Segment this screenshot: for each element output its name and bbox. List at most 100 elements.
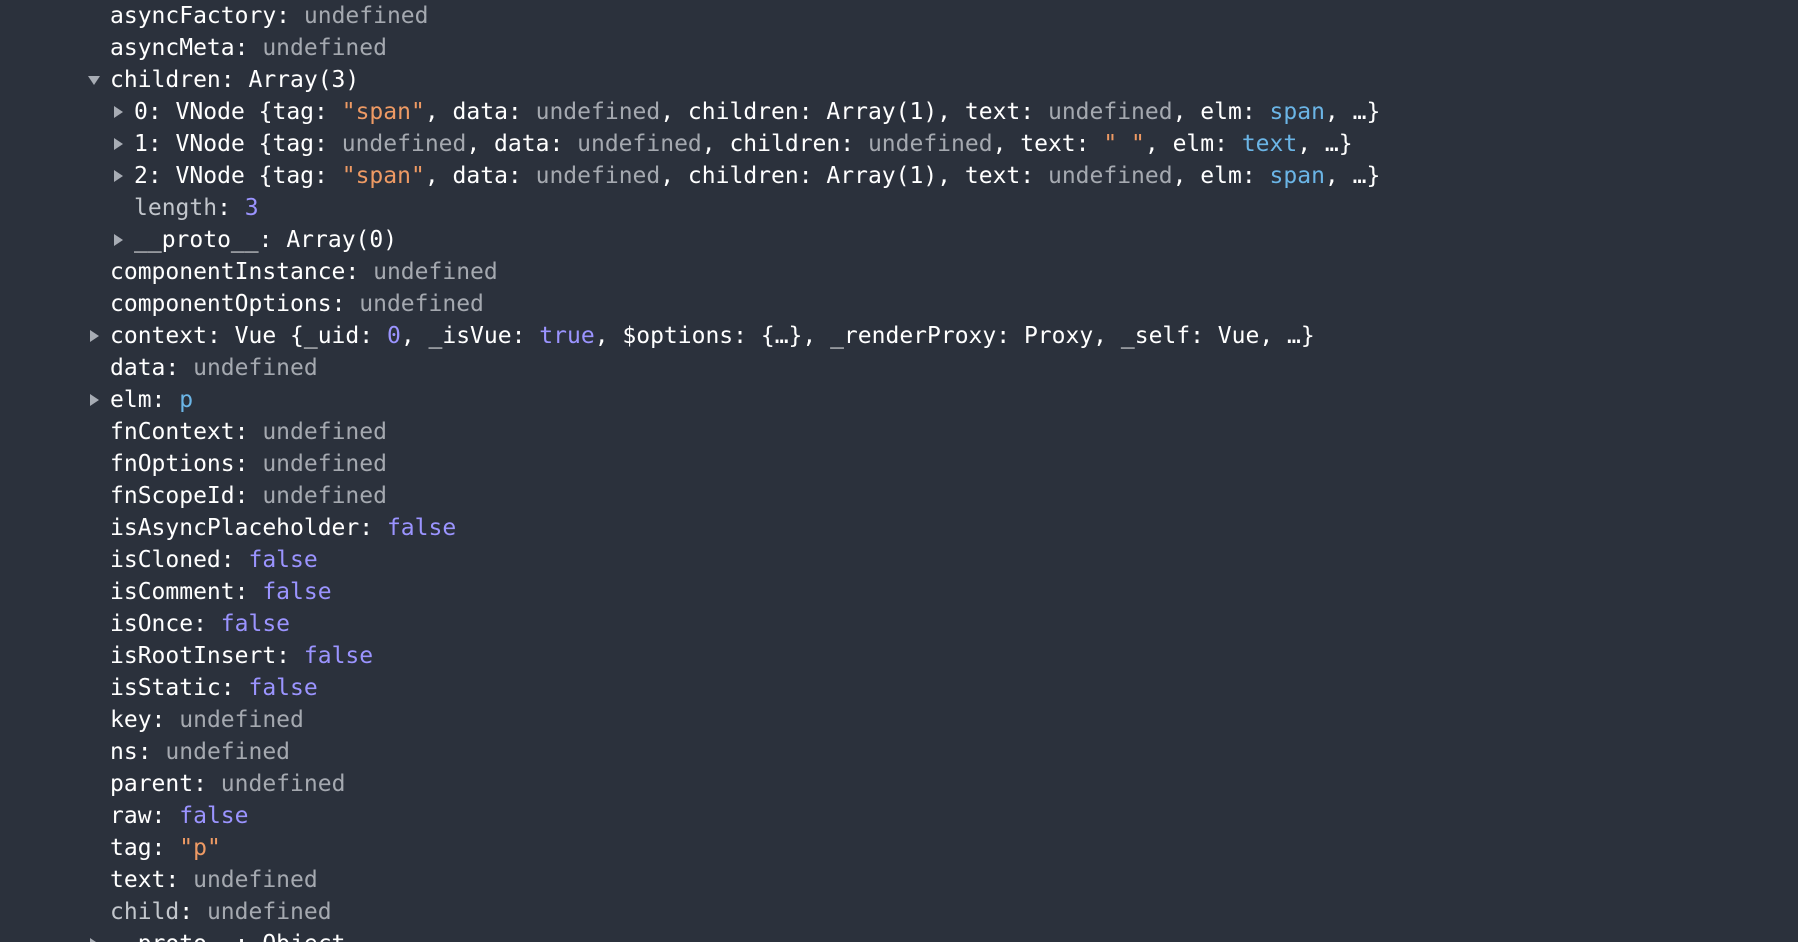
prop-elm[interactable]: elm: p [0,384,1798,416]
prop-children[interactable]: children: Array(3) [0,64,1798,96]
property-key: 0 [134,99,148,125]
row-content: ns: undefined [110,736,290,768]
row-content: isStatic: false [110,672,318,704]
prop-componentInstance: componentInstance: undefined [0,256,1798,288]
triangle-right-icon[interactable] [84,928,104,942]
row-content: parent: undefined [110,768,345,800]
children-item-1[interactable]: 1: VNode {tag: undefined, data: undefine… [0,128,1798,160]
value-undef: undefined [359,291,484,317]
value-node: span [1269,99,1325,125]
punctuation: , …} [1297,131,1353,157]
property-key: fnScopeId [110,483,235,509]
row-content: elm: p [110,384,193,416]
punctuation: : Array(0) [258,227,398,253]
property-key: asyncFactory [110,3,277,29]
row-content: asyncMeta: undefined [110,32,387,64]
row-content: asyncFactory: undefined [110,0,429,32]
property-key: isRootInsert [110,643,277,669]
property-key: elm [110,387,152,413]
prop-tag: tag: "p" [0,832,1798,864]
triangle-right-icon[interactable] [108,160,128,192]
value-bool: false [179,803,249,829]
punctuation: : [179,899,207,925]
property-key: asyncMeta [110,35,235,61]
punctuation: : [234,483,263,509]
row-content: isRootInsert: false [110,640,373,672]
property-key: parent [110,771,194,797]
value-undef: undefined [262,35,387,61]
row-content: componentInstance: undefined [110,256,498,288]
row-content: tag: "p" [110,832,221,864]
prop-context[interactable]: context: Vue {_uid: 0, _isVue: true, $op… [0,320,1798,352]
punctuation: , $options: {…}, _renderProxy: Proxy, _s… [594,323,1315,349]
property-key: tag [110,835,152,861]
prop-fnContext: fnContext: undefined [0,416,1798,448]
property-key: context [110,323,207,349]
row-content: data: undefined [110,352,318,384]
value-undef: undefined [1047,99,1173,125]
prop-isCloned: isCloned: false [0,544,1798,576]
punctuation: : [276,643,304,669]
triangle-down-icon[interactable] [84,64,104,96]
value-undef: undefined [1047,163,1173,189]
punctuation: : [331,291,360,317]
punctuation: : [151,707,180,733]
value-undef: undefined [179,707,304,733]
value-str: "span" [341,99,425,125]
prop-isOnce: isOnce: false [0,608,1798,640]
triangle-right-icon[interactable] [108,96,128,128]
prop-fnOptions: fnOptions: undefined [0,448,1798,480]
value-undef: undefined [193,867,318,893]
punctuation: : [234,451,263,477]
triangle-right-icon[interactable] [84,320,104,352]
punctuation: , children: [701,131,868,157]
punctuation: : [345,259,374,285]
children-proto[interactable]: __proto__: Array(0) [0,224,1798,256]
punctuation: : [193,611,221,637]
value-undef: undefined [577,131,702,157]
punctuation: : VNode {tag: [147,99,342,125]
punctuation: : [217,195,245,221]
punctuation: , data: [424,99,536,125]
value-node: span [1269,163,1325,189]
value-bool: true [539,323,595,349]
prop-isRootInsert: isRootInsert: false [0,640,1798,672]
children-length: length: 3 [0,192,1798,224]
prop-ns: ns: undefined [0,736,1798,768]
value-undef: undefined [262,419,387,445]
children-item-0[interactable]: 0: VNode {tag: "span", data: undefined, … [0,96,1798,128]
value-node: p [179,387,194,413]
triangle-right-icon[interactable] [108,224,128,256]
punctuation: : [234,419,263,445]
children-item-2[interactable]: 2: VNode {tag: "span", data: undefined, … [0,160,1798,192]
value-bool: false [248,547,318,573]
triangle-right-icon[interactable] [84,384,104,416]
punctuation: , …} [1324,99,1381,125]
row-content: isComment: false [110,576,332,608]
value-undef: undefined [535,163,661,189]
row-content: isOnce: false [110,608,290,640]
punctuation: : [151,803,180,829]
value-undef: undefined [867,131,993,157]
row-content: isCloned: false [110,544,318,576]
row-content: isAsyncPlaceholder: false [110,512,456,544]
punctuation: , children: Array(1), text: [660,99,1048,125]
row-content: fnOptions: undefined [110,448,387,480]
punctuation: : [234,35,263,61]
triangle-right-icon[interactable] [108,128,128,160]
value-bool: false [220,611,291,637]
property-key: key [110,707,152,733]
row-content: context: Vue {_uid: 0, _isVue: true, $op… [110,320,1315,352]
value-bool: false [386,515,457,541]
row-content: children: Array(3) [110,64,359,96]
prop-key: key: undefined [0,704,1798,736]
value-bool: false [262,579,332,605]
prop-asyncMeta: asyncMeta: undefined [0,32,1798,64]
punctuation: : [165,355,194,381]
property-key: isAsyncPlaceholder [110,515,360,541]
punctuation: : Array(3) [220,67,360,93]
value-bool: false [248,675,318,701]
prop-proto[interactable]: __proto__: Object [0,928,1798,942]
punctuation: : [151,387,180,413]
value-undef: undefined [193,355,318,381]
